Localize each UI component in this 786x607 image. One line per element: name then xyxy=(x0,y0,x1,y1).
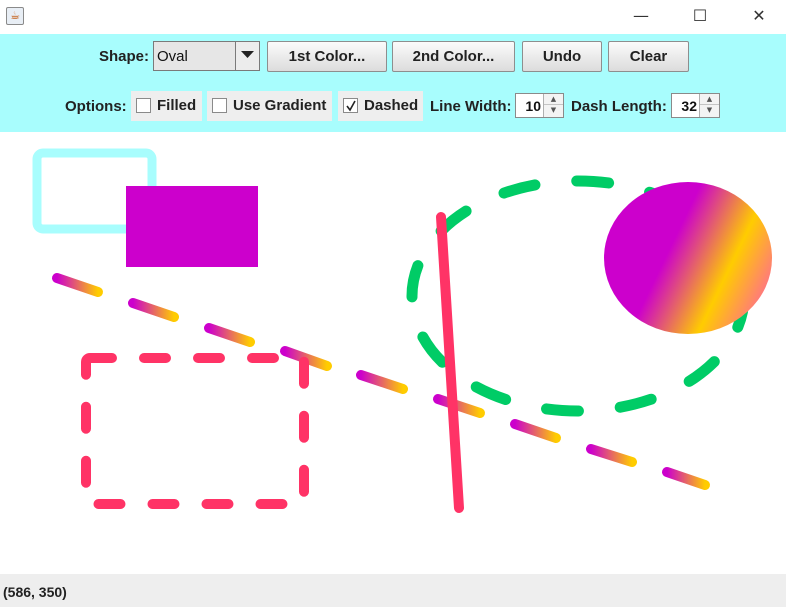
drawing-canvas[interactable] xyxy=(0,132,786,574)
second-color-button[interactable]: 2nd Color... xyxy=(392,41,515,72)
close-button[interactable]: ✕ xyxy=(730,0,786,34)
dashed-checkbox-box[interactable] xyxy=(343,98,358,113)
shape-label: Shape: xyxy=(99,48,150,65)
line-width-spin-buttons[interactable]: ▲ ▼ xyxy=(543,94,563,117)
gradient-filled-oval xyxy=(604,182,772,334)
filled-checkbox-label: Filled xyxy=(157,97,197,114)
magenta-filled-rectangle xyxy=(126,186,258,267)
spin-down-icon[interactable]: ▼ xyxy=(700,105,719,116)
pink-dashed-rectangle xyxy=(81,353,309,509)
filled-checkbox[interactable]: Filled xyxy=(131,91,202,121)
dash-length-spinner[interactable]: 32 ▲ ▼ xyxy=(671,93,720,118)
canvas-drawing xyxy=(32,148,772,513)
dash-length-spin-buttons[interactable]: ▲ ▼ xyxy=(699,94,719,117)
chevron-down-icon[interactable] xyxy=(235,42,259,70)
gradient-dashed-line xyxy=(52,273,710,490)
undo-button[interactable]: Undo xyxy=(522,41,602,72)
gradient-checkbox-label: Use Gradient xyxy=(233,97,327,114)
java-app-icon: ☕ xyxy=(6,7,24,25)
dash-length-label: Dash Length: xyxy=(571,98,667,115)
gradient-checkbox-box[interactable] xyxy=(212,98,227,113)
status-bar: (586, 350) xyxy=(0,574,786,607)
clear-button[interactable]: Clear xyxy=(608,41,689,72)
line-width-label: Line Width: xyxy=(430,98,512,115)
first-color-button[interactable]: 1st Color... xyxy=(267,41,387,72)
options-label: Options: xyxy=(65,98,127,115)
spin-up-icon[interactable]: ▲ xyxy=(700,94,719,105)
filled-checkbox-box[interactable] xyxy=(136,98,151,113)
line-width-value[interactable]: 10 xyxy=(525,98,541,114)
shape-dropdown-value: Oval xyxy=(157,48,188,65)
checkmark-icon xyxy=(346,100,356,112)
shape-dropdown[interactable]: Oval xyxy=(153,41,260,71)
dashed-checkbox[interactable]: Dashed xyxy=(338,91,423,121)
spin-up-icon[interactable]: ▲ xyxy=(544,94,563,105)
dash-length-value[interactable]: 32 xyxy=(681,98,697,114)
title-bar: ☕ — ☐ ✕ xyxy=(0,0,786,34)
dashed-checkbox-label: Dashed xyxy=(364,97,419,114)
maximize-button[interactable]: ☐ xyxy=(671,0,729,34)
spin-down-icon[interactable]: ▼ xyxy=(544,105,563,116)
minimize-button[interactable]: — xyxy=(612,0,670,34)
gradient-checkbox[interactable]: Use Gradient xyxy=(207,91,332,121)
cursor-coordinates: (586, 350) xyxy=(3,584,67,600)
line-width-spinner[interactable]: 10 ▲ ▼ xyxy=(515,93,564,118)
